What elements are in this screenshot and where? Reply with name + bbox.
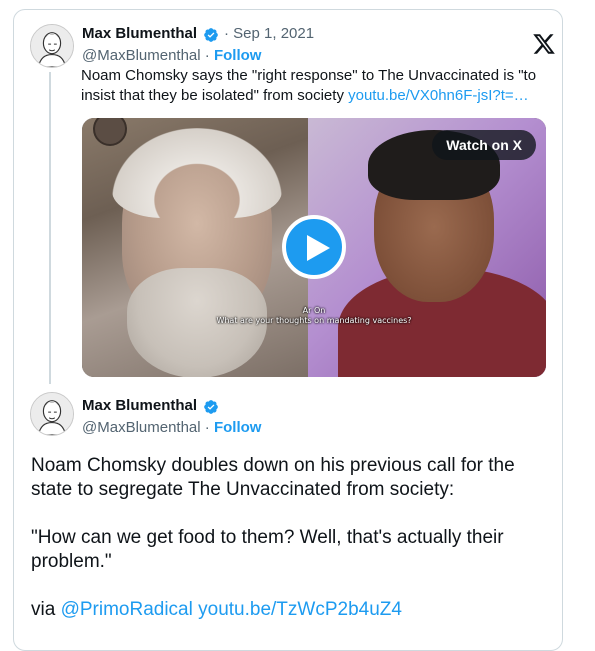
tweet-quote: "How can we get food to them? Well, that… [31,527,504,572]
speaker-hair [112,128,282,218]
caption-text: What are your thoughts on mandating vacc… [216,316,412,325]
avatar[interactable] [30,24,74,68]
tweet-via-line: via @PrimoRadical youtu.be/TzWcP2b4uZ4 [31,598,551,622]
verified-badge-icon [204,28,218,42]
thread-connector-line [49,72,51,384]
handle-row: @MaxBlumenthal · Follow [82,419,261,436]
author-handle[interactable]: @MaxBlumenthal [82,47,201,64]
play-button[interactable] [282,215,346,279]
play-icon [307,235,330,261]
watch-on-x-button[interactable]: Watch on X [432,130,536,160]
tweet-date[interactable]: · Sep 1, 2021 [224,25,314,42]
caption-speaker: Ar On [302,306,326,315]
avatar-portrait-icon [31,25,73,67]
follow-button[interactable]: Follow [214,47,262,64]
avatar[interactable] [30,392,74,436]
via-label: via [31,599,56,620]
handle-row: @MaxBlumenthal · Follow [82,47,261,64]
tweet-link[interactable]: youtu.be/VX0hn6F-jsI?t=… [348,87,529,104]
follow-button[interactable]: Follow [214,419,262,436]
x-logo-icon[interactable] [532,32,556,56]
author-name[interactable]: Max Blumenthal [82,25,197,42]
separator-dot: · [204,419,210,436]
video-player[interactable]: Watch on X Ar On What are your thoughts … [82,118,546,377]
quoted-tweet-text: Noam Chomsky says the "right response" t… [81,66,541,106]
mention-link[interactable]: @PrimoRadical [61,599,193,620]
tweet-paragraph: Noam Chomsky doubles down on his previou… [31,455,515,500]
tweet-link[interactable]: youtu.be/TzWcP2b4uZ4 [198,599,402,620]
embedded-tweet-card: Max Blumenthal · Sep 1, 2021 @MaxBlument… [13,9,563,651]
separator-dot: · [204,47,210,64]
author-name[interactable]: Max Blumenthal [82,397,197,414]
wall-clock [93,118,127,146]
verified-badge-icon [204,400,218,414]
main-tweet-text: Noam Chomsky doubles down on his previou… [31,454,551,622]
avatar-portrait-icon [31,393,73,435]
video-left-panel [82,118,308,377]
author-handle[interactable]: @MaxBlumenthal [82,419,201,436]
